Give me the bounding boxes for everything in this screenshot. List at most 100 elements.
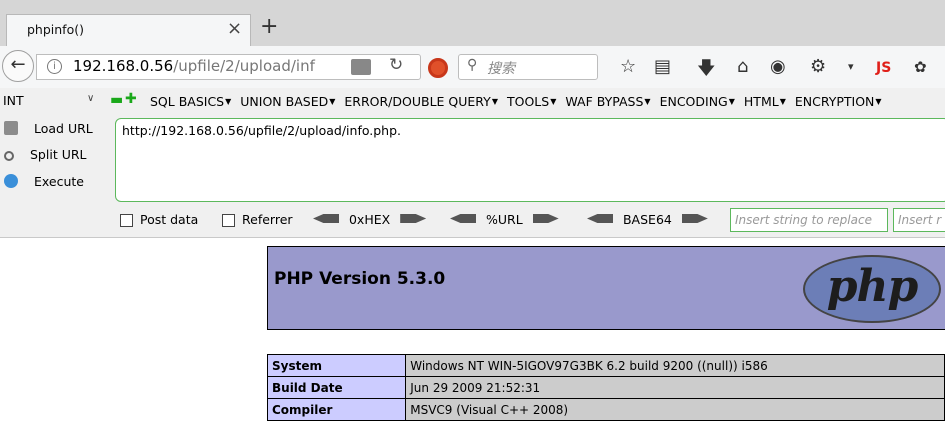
php-logo-text: php: [826, 261, 919, 312]
home-icon[interactable]: ⌂: [737, 56, 748, 77]
php-info-table: System Windows NT WIN-5IGOV97G3BK 6.2 bu…: [266, 354, 945, 421]
search-placeholder: 搜索: [487, 61, 515, 77]
caret-icon: ▼: [491, 97, 498, 106]
url-encode-arrow-icon[interactable]: [532, 214, 559, 223]
split-url-button[interactable]: Split URL: [4, 147, 87, 169]
url-encode-control: %URL: [450, 212, 559, 227]
tab-strip: phpinfo() × +: [0, 0, 945, 46]
new-tab-icon[interactable]: +: [260, 14, 278, 39]
menu-label: TOOLS: [506, 94, 550, 109]
tab-phpinfo[interactable]: phpinfo() ×: [6, 14, 251, 46]
menu-tools[interactable]: TOOLS▼: [507, 94, 556, 109]
menu-union-based[interactable]: UNION BASED▼: [240, 94, 335, 109]
search-icon: ⚲: [467, 57, 478, 73]
php-logo[interactable]: php: [803, 255, 941, 323]
execute-button[interactable]: Execute: [4, 174, 84, 196]
tab-title: phpinfo(): [27, 22, 84, 37]
table-row: Compiler MSVC9 (Visual C++ 2008): [266, 398, 945, 421]
star-icon[interactable]: ☆: [620, 56, 636, 77]
url-text[interactable]: 192.168.0.56/upfile/2/upload/inf: [73, 57, 315, 75]
referrer-label: Referrer: [242, 212, 293, 227]
load-url-button[interactable]: Load URL: [4, 121, 93, 143]
replace-string-input[interactable]: Insert string to replace: [730, 208, 888, 232]
menu-encryption[interactable]: ENCRYPTION▼: [795, 94, 882, 109]
menu-label: ENCODING: [659, 94, 728, 109]
url-host: 192.168.0.56: [73, 57, 174, 75]
url-path: /upfile/2/upload/inf: [173, 57, 315, 75]
reader-icon[interactable]: [351, 59, 371, 75]
reload-icon[interactable]: ↻: [389, 55, 403, 75]
caret-icon: ▼: [875, 97, 882, 106]
back-icon[interactable]: ←: [2, 50, 34, 82]
menu-label: ERROR/DOUBLE QUERY: [344, 94, 491, 109]
referrer-checkbox[interactable]: [222, 214, 235, 227]
chevron-down-icon[interactable]: ∨: [87, 93, 94, 104]
menu-waf-bypass[interactable]: WAF BYPASS▼: [565, 94, 650, 109]
js-icon[interactable]: JS: [876, 60, 891, 76]
hackbar-menu-row: INT ∨ ▬ ✚ SQL BASICS▼ UNION BASED▼ ERROR/D…: [0, 88, 945, 116]
table-row: Build Date Jun 29 2009 21:52:31: [266, 376, 945, 399]
table-value: Windows NT WIN-5IGOV97G3BK 6.2 build 920…: [405, 354, 945, 377]
hex-control: 0xHEX: [313, 212, 427, 227]
base64-label: BASE64: [622, 212, 672, 227]
split-url-label: Split URL: [30, 147, 87, 162]
caret-icon: ▼: [550, 97, 557, 106]
replace-with-input[interactable]: Insert r: [893, 208, 945, 232]
load-url-icon: [4, 121, 18, 135]
table-value: MSVC9 (Visual C++ 2008): [405, 398, 945, 421]
hackbar-url-textarea[interactable]: http://192.168.0.56/upfile/2/upload/info…: [115, 118, 945, 202]
minus-icon[interactable]: ▬: [110, 93, 123, 107]
hackbar: INT ∨ ▬ ✚ SQL BASICS▼ UNION BASED▼ ERROR/D…: [0, 88, 945, 238]
info-icon[interactable]: i: [47, 59, 62, 74]
caret-icon: ▼: [728, 97, 735, 106]
base64-control: BASE64: [587, 212, 708, 227]
post-data-checkbox[interactable]: [120, 214, 133, 227]
load-url-label: Load URL: [34, 121, 93, 136]
menu-error-double-query[interactable]: ERROR/DOUBLE QUERY▼: [344, 94, 498, 109]
menu-label: WAF BYPASS: [565, 94, 644, 109]
base64-decode-arrow-icon[interactable]: [587, 214, 613, 223]
caret-icon: ▼: [779, 97, 786, 106]
post-data-label: Post data: [140, 212, 199, 227]
hex-decode-arrow-icon[interactable]: [313, 214, 339, 223]
scissors-icon: [4, 151, 14, 161]
palette-icon[interactable]: ⚙: [810, 56, 826, 77]
page-title: PHP Version 5.3.0: [274, 269, 446, 289]
play-icon: [4, 174, 18, 188]
globe-icon[interactable]: ◉: [770, 56, 786, 77]
table-row: System Windows NT WIN-5IGOV97G3BK 6.2 bu…: [266, 354, 945, 377]
search-input[interactable]: ⚲ 搜索: [458, 54, 598, 80]
table-value: Jun 29 2009 21:52:31: [405, 376, 945, 399]
menu-label: UNION BASED: [240, 94, 329, 109]
table-key: Build Date: [266, 376, 407, 399]
menu-label: SQL BASICS: [150, 94, 225, 109]
hex-encode-arrow-icon[interactable]: [400, 214, 427, 223]
bug-icon[interactable]: ✿: [914, 58, 927, 76]
url-bar[interactable]: i 192.168.0.56/upfile/2/upload/inf ↻: [36, 54, 421, 80]
caret-icon: ▼: [644, 97, 651, 106]
php-version-header: PHP Version 5.3.0 php: [267, 246, 945, 330]
table-key: Compiler: [266, 398, 407, 421]
caret-icon: ▼: [225, 97, 232, 106]
tab-close-icon[interactable]: ×: [227, 18, 242, 39]
execute-label: Execute: [34, 174, 84, 189]
download-icon[interactable]: 🡇: [697, 56, 716, 86]
url-encode-label: %URL: [485, 212, 523, 227]
library-icon[interactable]: ▤: [654, 56, 671, 77]
menu-html[interactable]: HTML▼: [744, 94, 786, 109]
hex-label: 0xHEX: [348, 212, 391, 227]
menu-encoding[interactable]: ENCODING▼: [660, 94, 735, 109]
menu-label: HTML: [743, 94, 779, 109]
block-icon[interactable]: [428, 58, 448, 78]
dropdown-icon[interactable]: ▾: [848, 60, 854, 73]
plus-icon[interactable]: ✚: [125, 92, 137, 106]
menu-sql-basics[interactable]: SQL BASICS▼: [150, 94, 231, 109]
hackbar-menu: SQL BASICS▼ UNION BASED▼ ERROR/DOUBLE QUER…: [150, 94, 891, 109]
hackbar-options-row: Post data Referrer 0xHEX %URL BASE64 Ins…: [0, 208, 945, 232]
navigation-bar: ← i 192.168.0.56/upfile/2/upload/inf ↻ ⚲…: [0, 46, 945, 88]
menu-label: ENCRYPTION: [794, 94, 875, 109]
url-decode-arrow-icon[interactable]: [450, 214, 476, 223]
caret-icon: ▼: [329, 97, 336, 106]
base64-encode-arrow-icon[interactable]: [681, 214, 708, 223]
table-key: System: [266, 354, 407, 377]
